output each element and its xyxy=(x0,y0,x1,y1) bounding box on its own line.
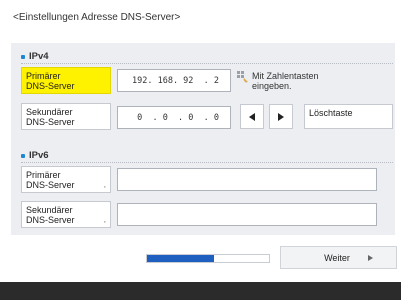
ipv6-primary-label-line2: DNS-Server xyxy=(26,180,75,190)
ipv4-secondary-label-line1: Sekundärer xyxy=(26,107,73,117)
screen-title: <Einstellungen Adresse DNS-Server> xyxy=(13,12,181,23)
ipv4-primary-dns-button[interactable]: Primärer DNS-Server xyxy=(21,67,111,94)
ipv6-secondary-dns-button[interactable]: Sekundärer DNS-Server , xyxy=(21,201,111,228)
settings-panel: IPv4 Primärer DNS-Server 192. 168. 92 . … xyxy=(11,43,395,235)
ipv4-primary-label-line2: DNS-Server xyxy=(26,81,75,91)
hint-line2: eingeben. xyxy=(252,81,292,91)
page-progress-bar xyxy=(146,254,270,263)
ipv4-primary-label-line1: Primärer xyxy=(26,71,61,81)
delete-button[interactable]: Löschtaste xyxy=(304,104,393,129)
ipv4-primary-dns-input[interactable]: 192. 168. 92 . 2 xyxy=(117,69,231,92)
bullet-icon xyxy=(21,153,25,158)
ipv6-primary-dns-button[interactable]: Primärer DNS-Server , xyxy=(21,166,111,193)
status-bar xyxy=(0,282,401,300)
keypad-hand-icon xyxy=(237,71,249,83)
ipv6-header-label: IPv6 xyxy=(29,150,49,161)
next-button[interactable]: Weiter xyxy=(280,246,397,269)
cursor-left-button[interactable] xyxy=(240,104,264,129)
arrow-left-icon xyxy=(249,112,255,121)
cursor-right-button[interactable] xyxy=(269,104,293,129)
ipv6-secondary-label-line2: DNS-Server xyxy=(26,215,75,225)
ipv6-primary-label-line1: Primärer xyxy=(26,170,61,180)
bullet-icon xyxy=(21,54,25,59)
ipv6-secondary-corner-mark: , xyxy=(103,215,106,224)
ipv4-section-header: IPv4 xyxy=(21,51,49,62)
chevron-right-icon xyxy=(367,254,373,261)
page-progress-fill xyxy=(147,255,215,262)
ipv4-secondary-dns-input[interactable]: 0 . 0 . 0 . 0 xyxy=(117,106,231,129)
hint-line1: Mit Zahlentasten xyxy=(252,71,319,81)
ipv4-header-label: IPv4 xyxy=(29,51,49,62)
input-hint: Mit Zahlentasten eingeben. xyxy=(237,71,319,91)
arrow-right-icon xyxy=(278,112,284,121)
ipv6-secondary-dns-input[interactable] xyxy=(117,203,377,226)
ipv6-primary-corner-mark: , xyxy=(103,180,106,189)
ipv4-secondary-dns-button[interactable]: Sekundärer DNS-Server xyxy=(21,103,111,130)
next-button-label: Weiter xyxy=(324,252,350,263)
ipv6-section-header: IPv6 xyxy=(21,150,49,161)
ipv6-secondary-label-line1: Sekundärer xyxy=(26,205,73,215)
ipv4-divider xyxy=(21,63,393,64)
ipv4-secondary-label-line2: DNS-Server xyxy=(26,117,75,127)
ipv6-divider xyxy=(21,162,393,163)
ipv6-primary-dns-input[interactable] xyxy=(117,168,377,191)
